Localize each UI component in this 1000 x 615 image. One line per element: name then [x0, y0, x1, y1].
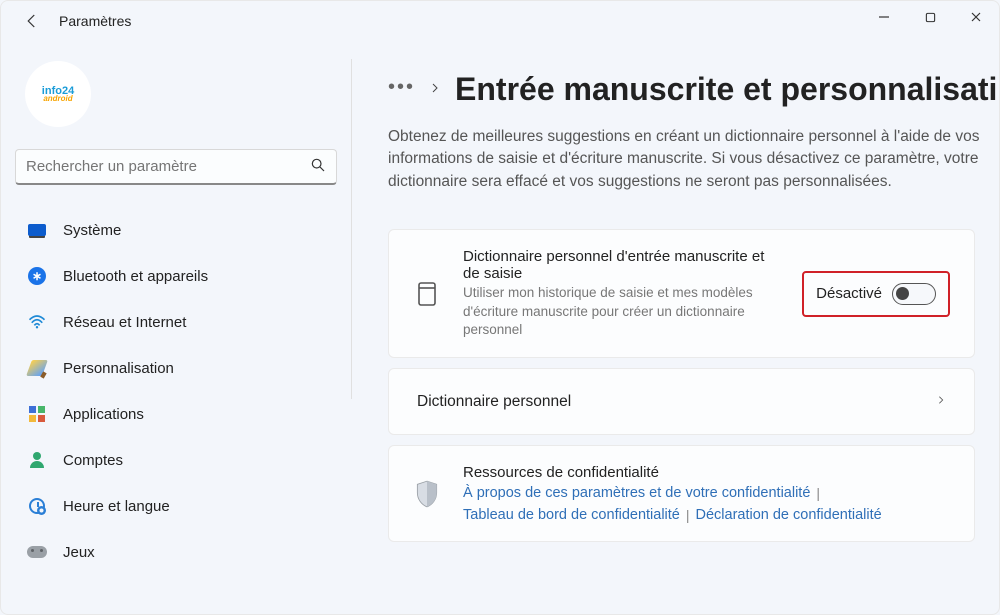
search-box[interactable]	[15, 149, 337, 185]
main-content: ••• Entrée manuscrite et personnalisati …	[352, 41, 999, 614]
titlebar: Paramètres	[1, 1, 999, 41]
avatar-logo-line2: android	[42, 94, 74, 103]
privacy-link-about[interactable]: À propos de ces paramètres et de votre c…	[463, 485, 810, 501]
system-icon	[27, 220, 47, 240]
link-separator: |	[816, 485, 820, 501]
sidebar-item-label: Réseau et Internet	[63, 314, 186, 331]
sidebar: info24 android Système ∗ Bluetooth et ap…	[1, 41, 351, 614]
sidebar-item-network[interactable]: Réseau et Internet	[15, 301, 337, 343]
chevron-right-icon	[936, 391, 946, 412]
minimize-button[interactable]	[861, 1, 907, 33]
sidebar-item-label: Heure et langue	[63, 498, 170, 515]
search-input[interactable]	[26, 158, 310, 175]
sidebar-item-time-language[interactable]: Heure et langue	[15, 485, 337, 527]
sidebar-item-label: Système	[63, 222, 121, 239]
card-personal-dictionary[interactable]: Dictionnaire personnel	[388, 368, 975, 435]
sidebar-item-label: Comptes	[63, 452, 123, 469]
card-title: Ressources de confidentialité	[463, 464, 950, 481]
sidebar-item-label: Personnalisation	[63, 360, 174, 377]
toggle-label: Désactivé	[816, 285, 882, 302]
apps-icon	[27, 404, 47, 424]
sidebar-item-label: Jeux	[63, 544, 95, 561]
page-description: Obtenez de meilleures suggestions en cré…	[388, 126, 989, 193]
maximize-button[interactable]	[907, 1, 953, 33]
avatar[interactable]: info24 android	[25, 61, 91, 127]
clock-globe-icon	[27, 496, 47, 516]
bluetooth-icon: ∗	[27, 266, 47, 286]
card-privacy-resources: Ressources de confidentialité À propos d…	[388, 445, 975, 542]
card-inking-dictionary-toggle: Dictionnaire personnel d'entrée manuscri…	[388, 229, 975, 358]
sidebar-item-gaming[interactable]: Jeux	[15, 531, 337, 573]
accounts-icon	[27, 450, 47, 470]
search-icon	[310, 157, 326, 177]
breadcrumb: ••• Entrée manuscrite et personnalisati	[388, 71, 999, 108]
privacy-link-dashboard[interactable]: Tableau de bord de confidentialité	[463, 507, 680, 523]
chevron-right-icon	[429, 79, 441, 100]
sidebar-item-accounts[interactable]: Comptes	[15, 439, 337, 481]
sidebar-item-label: Applications	[63, 406, 144, 423]
shield-icon	[413, 480, 441, 508]
privacy-link-statement[interactable]: Déclaration de confidentialité	[696, 507, 882, 523]
close-button[interactable]	[953, 1, 999, 33]
card-title: Dictionnaire personnel	[417, 393, 571, 411]
sidebar-item-personalization[interactable]: Personnalisation	[15, 347, 337, 389]
sidebar-item-bluetooth[interactable]: ∗ Bluetooth et appareils	[15, 255, 337, 297]
back-button[interactable]	[15, 4, 49, 38]
toggle-highlight: Désactivé	[802, 271, 950, 317]
wifi-icon	[27, 312, 47, 332]
window-title: Paramètres	[59, 13, 131, 29]
sidebar-item-system[interactable]: Système	[15, 209, 337, 251]
link-separator: |	[686, 507, 690, 523]
nav-list: Système ∗ Bluetooth et appareils Réseau …	[15, 209, 337, 573]
breadcrumb-ellipsis[interactable]: •••	[388, 77, 415, 97]
sidebar-item-apps[interactable]: Applications	[15, 393, 337, 435]
card-subtitle: Utiliser mon historique de saisie et mes…	[463, 284, 780, 339]
privacy-links: À propos de ces paramètres et de votre c…	[463, 485, 950, 523]
gamepad-icon	[27, 542, 47, 562]
dictionary-toggle[interactable]	[892, 283, 936, 305]
personalization-icon	[27, 358, 47, 378]
sidebar-item-label: Bluetooth et appareils	[63, 268, 208, 285]
book-icon	[413, 280, 441, 308]
page-title: Entrée manuscrite et personnalisati	[455, 71, 997, 108]
card-title: Dictionnaire personnel d'entrée manuscri…	[463, 248, 780, 282]
